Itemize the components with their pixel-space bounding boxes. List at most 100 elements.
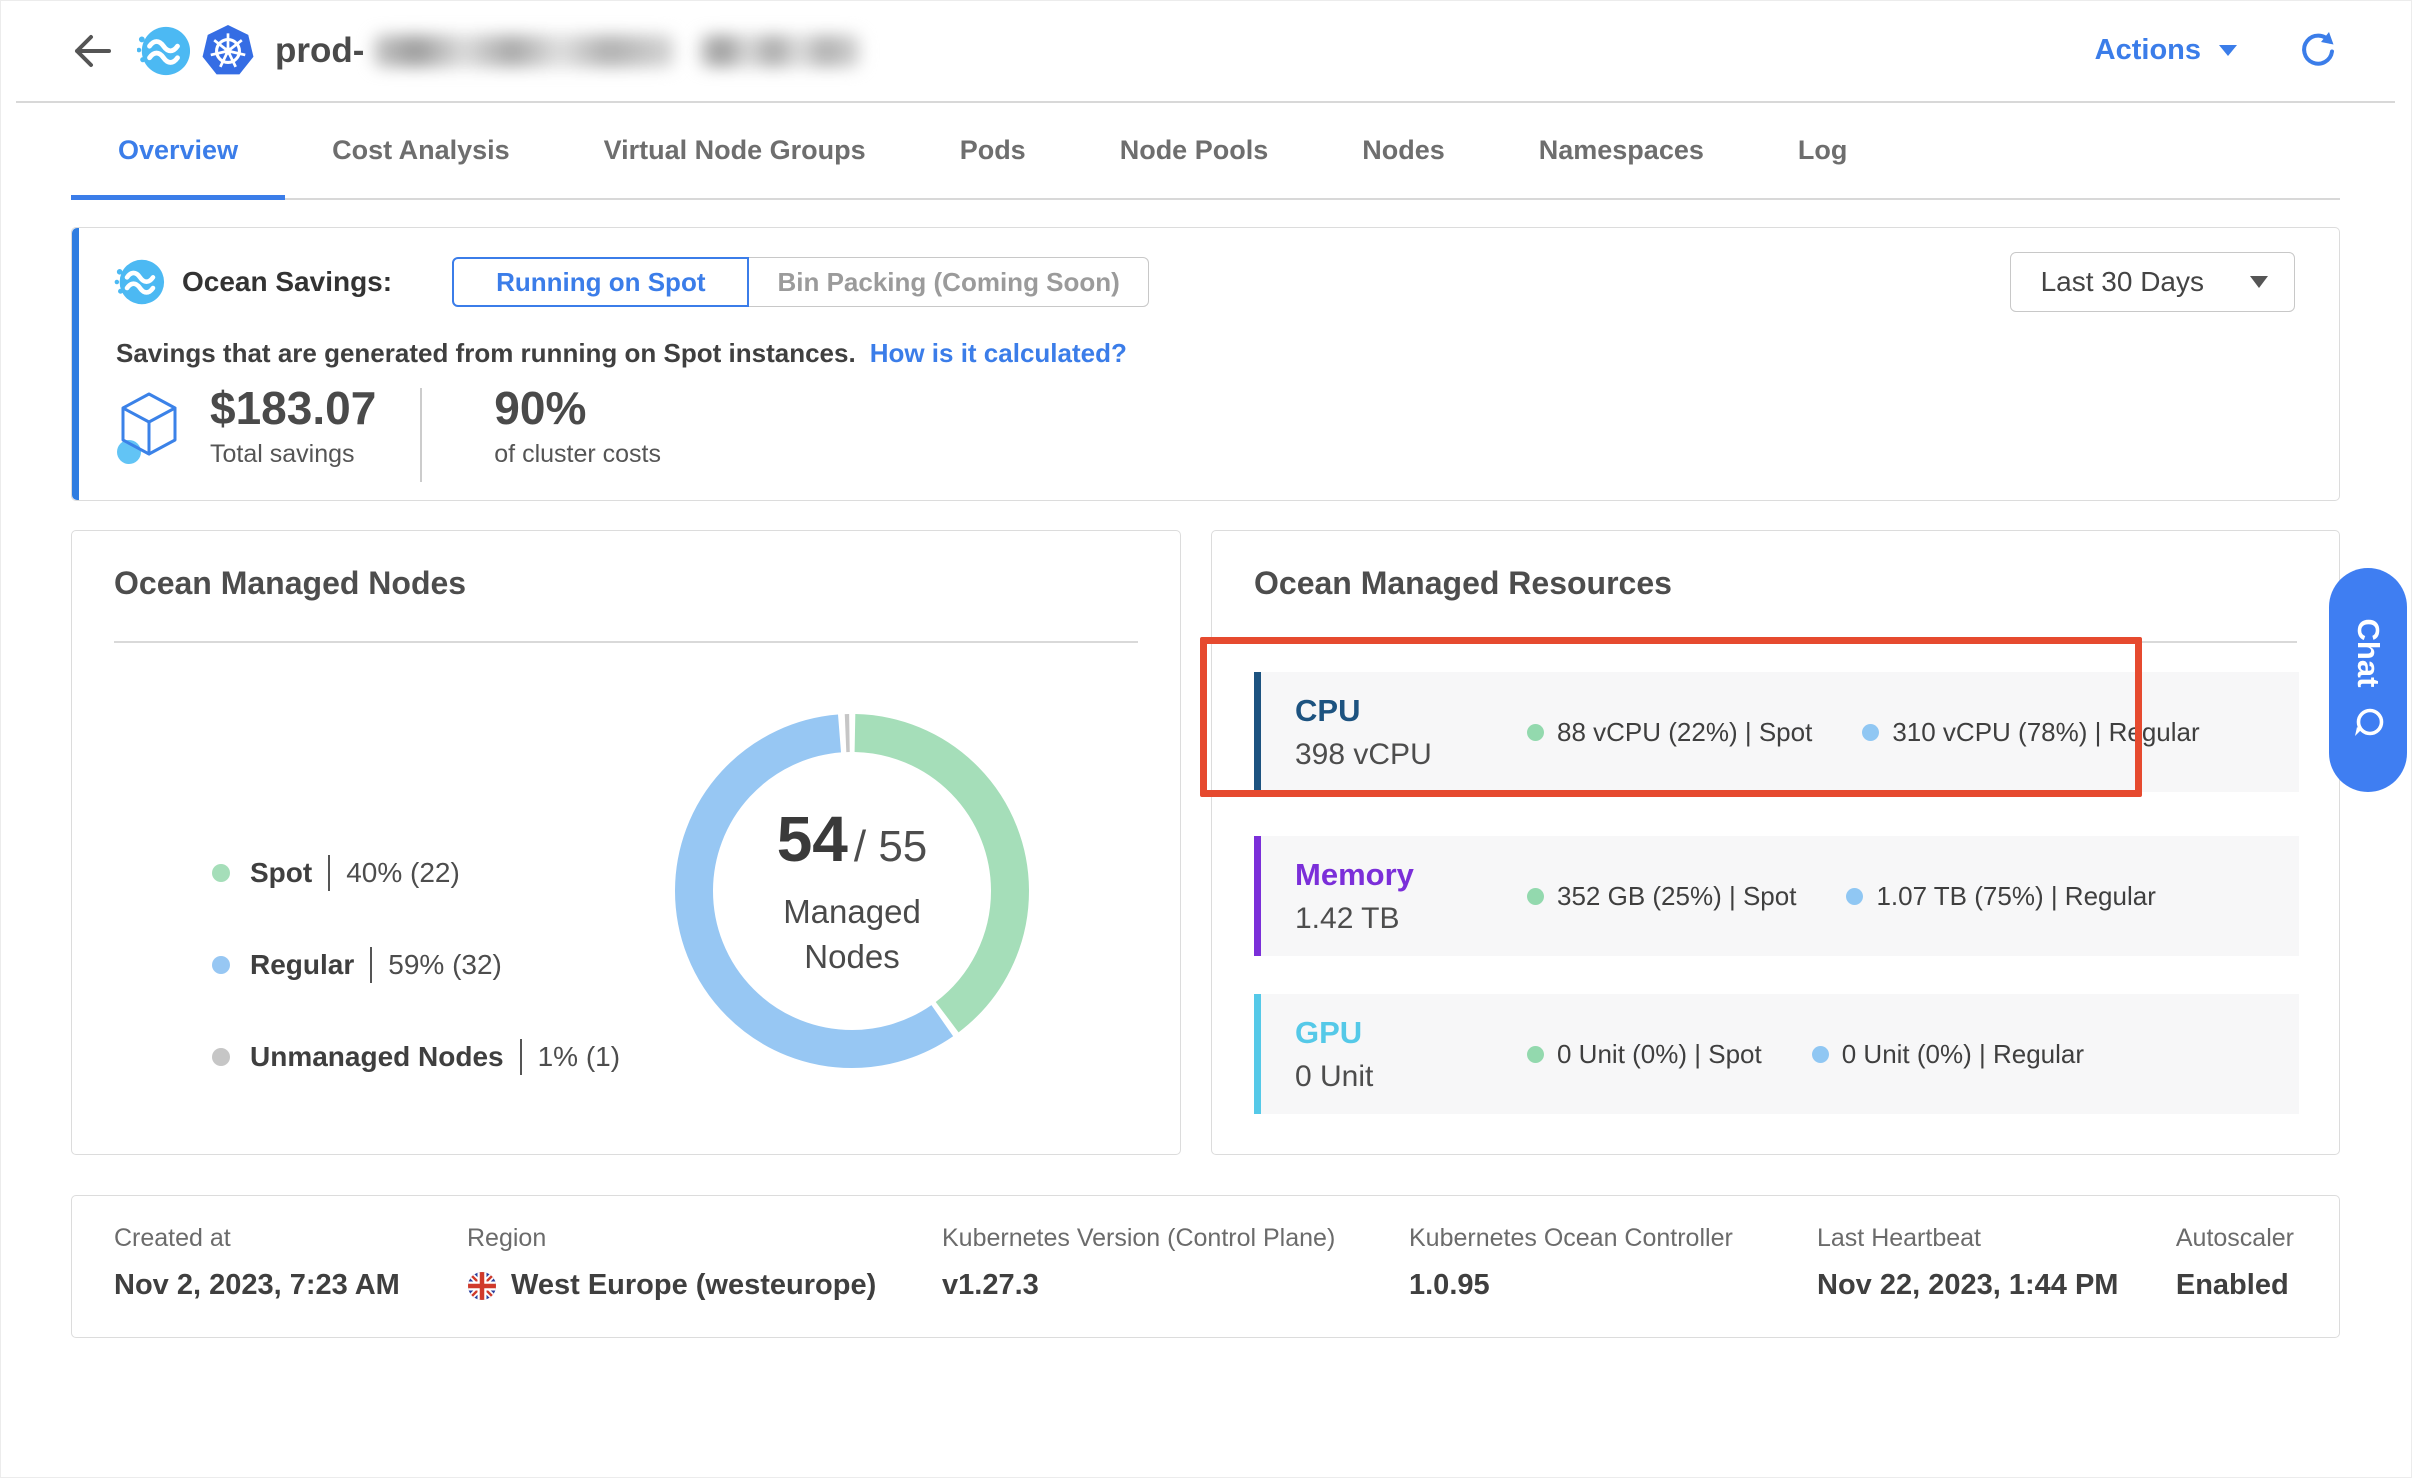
spot-dot — [1527, 724, 1544, 741]
gpu-regular-stat: 0 Unit (0%) | Regular — [1812, 1039, 2084, 1070]
resources-card-title: Ocean Managed Resources — [1254, 565, 1672, 602]
total-savings-label: Total savings — [210, 440, 376, 469]
legend-separator — [328, 855, 330, 891]
redacted-text-blob — [700, 35, 860, 67]
info-autoscaler: Autoscaler Enabled — [2176, 1224, 2294, 1302]
divider — [114, 641, 1138, 643]
cost-percent-value: 90% — [494, 384, 661, 432]
actions-label: Actions — [2095, 34, 2201, 67]
info-created-at: Created at Nov 2, 2023, 7:23 AM — [114, 1224, 400, 1302]
info-last-heartbeat: Last Heartbeat Nov 22, 2023, 1:44 PM — [1817, 1224, 2118, 1302]
how-is-it-calculated-link[interactable]: How is it calculated? — [870, 338, 1127, 368]
regular-dot — [212, 956, 230, 974]
tab-virtual-node-groups[interactable]: Virtual Node Groups — [557, 103, 913, 198]
legend-item-spot: Spot 40% (22) — [212, 853, 620, 893]
autoscaler-status: Enabled — [2176, 1269, 2294, 1302]
info-ocean-controller: Kubernetes Ocean Controller 1.0.95 — [1409, 1224, 1733, 1302]
bin-packing-toggle[interactable]: Bin Packing (Coming Soon) — [749, 257, 1148, 307]
tab-cost-analysis[interactable]: Cost Analysis — [285, 103, 557, 198]
ocean-cluster-overview-page: prod- Actions Overview Cost Analysis Vir… — [0, 0, 2412, 1478]
back-arrow-icon — [73, 33, 113, 69]
spot-dot — [1527, 1046, 1544, 1063]
divider — [1254, 641, 2297, 643]
actions-menu-button[interactable]: Actions — [2095, 34, 2237, 67]
ocean-savings-label: Ocean Savings: — [182, 266, 392, 298]
legend-separator — [370, 947, 372, 983]
memory-total: 1.42 TB — [1295, 902, 1527, 936]
period-select[interactable]: Last 30 Days — [2010, 252, 2295, 312]
memory-label: Memory — [1295, 857, 1527, 893]
gpu-spot-stat: 0 Unit (0%) | Spot — [1527, 1039, 1762, 1070]
nodes-card-title: Ocean Managed Nodes — [114, 565, 466, 602]
tab-namespaces[interactable]: Namespaces — [1492, 103, 1751, 198]
refresh-icon — [2299, 32, 2337, 70]
cpu-accent-bar — [1254, 672, 1261, 792]
chevron-down-icon — [2250, 276, 2268, 288]
cpu-spot-stat: 88 vCPU (22%) | Spot — [1527, 717, 1812, 748]
chat-bubble-icon — [2350, 705, 2386, 741]
refresh-button[interactable] — [2299, 32, 2337, 70]
period-value: Last 30 Days — [2041, 266, 2204, 298]
cluster-cost-metric: 90% of cluster costs — [494, 384, 661, 469]
redacted-text-blob — [374, 35, 674, 67]
ocean-logo-icon — [137, 24, 191, 78]
tab-pods[interactable]: Pods — [913, 103, 1073, 198]
managed-nodes-caption: Managed Nodes — [783, 890, 921, 979]
tab-nodes[interactable]: Nodes — [1315, 103, 1492, 198]
chat-label: Chat — [2350, 619, 2386, 688]
regular-dot — [1812, 1046, 1829, 1063]
savings-description: Savings that are generated from running … — [116, 338, 1127, 369]
cost-percent-label: of cluster costs — [494, 440, 661, 469]
tab-log[interactable]: Log — [1751, 103, 1894, 198]
memory-spot-stat: 352 GB (25%) | Spot — [1527, 881, 1796, 912]
cluster-name-redacted — [374, 35, 860, 67]
regular-dot — [1862, 724, 1879, 741]
unmanaged-dot — [212, 1048, 230, 1066]
memory-accent-bar — [1254, 836, 1261, 956]
legend-item-unmanaged: Unmanaged Nodes 1% (1) — [212, 1037, 620, 1077]
regular-dot — [1846, 888, 1863, 905]
gpu-accent-bar — [1254, 994, 1261, 1114]
savings-cube-icon — [116, 388, 182, 468]
savings-mode-toggle: Running on Spot Bin Packing (Coming Soon… — [452, 257, 1149, 307]
cpu-regular-stat: 310 vCPU (78%) | Regular — [1862, 717, 2199, 748]
gpu-total: 0 Unit — [1295, 1060, 1527, 1094]
metric-divider — [420, 388, 422, 482]
page-title: prod- — [275, 31, 860, 71]
ocean-managed-nodes-card: Ocean Managed Nodes Spot 40% (22) Regula… — [71, 530, 1181, 1155]
ocean-managed-resources-card: Ocean Managed Resources CPU 398 vCPU 88 … — [1211, 530, 2340, 1155]
chat-button[interactable]: Chat — [2329, 568, 2407, 792]
uk-flag-icon — [467, 1271, 497, 1301]
spot-dot — [212, 864, 230, 882]
donut-center-label: 54 / 55 Managed Nodes — [672, 711, 1032, 1071]
gpu-label: GPU — [1295, 1015, 1527, 1051]
cpu-label: CPU — [1295, 693, 1527, 729]
resource-row-gpu: GPU 0 Unit 0 Unit (0%) | Spot 0 Unit (0%… — [1254, 994, 2299, 1114]
header: prod- Actions — [16, 0, 2395, 103]
legend-separator — [520, 1039, 522, 1075]
nodes-legend: Spot 40% (22) Regular 59% (32) Unmanaged… — [212, 853, 620, 1129]
resource-row-memory: Memory 1.42 TB 352 GB (25%) | Spot 1.07 … — [1254, 836, 2299, 956]
total-savings-metric: $183.07 Total savings — [210, 384, 376, 469]
total-savings-value: $183.07 — [210, 384, 376, 432]
cluster-info-bar: Created at Nov 2, 2023, 7:23 AM Region W… — [71, 1195, 2340, 1338]
legend-item-regular: Regular 59% (32) — [212, 945, 620, 985]
kubernetes-logo-icon — [201, 24, 255, 78]
memory-regular-stat: 1.07 TB (75%) | Regular — [1846, 881, 2155, 912]
chevron-down-icon — [2219, 45, 2237, 56]
ocean-wave-icon — [114, 257, 166, 307]
running-on-spot-toggle[interactable]: Running on Spot — [452, 257, 749, 307]
cluster-name-prefix: prod- — [275, 31, 364, 71]
ocean-savings-card: Ocean Savings: Running on Spot Bin Packi… — [71, 227, 2340, 501]
tab-bar: Overview Cost Analysis Virtual Node Grou… — [71, 103, 2340, 200]
info-region: Region West Europe (westeurope) — [467, 1224, 876, 1302]
resource-row-cpu: CPU 398 vCPU 88 vCPU (22%) | Spot 310 vC… — [1254, 672, 2299, 792]
info-kubernetes-version: Kubernetes Version (Control Plane) v1.27… — [942, 1224, 1335, 1302]
cpu-total: 398 vCPU — [1295, 738, 1527, 772]
managed-nodes-count: 54 — [777, 802, 848, 876]
managed-nodes-total: / 55 — [854, 822, 927, 872]
tab-overview[interactable]: Overview — [71, 103, 285, 198]
tab-node-pools[interactable]: Node Pools — [1073, 103, 1316, 198]
back-button[interactable] — [71, 29, 115, 73]
spot-dot — [1527, 888, 1544, 905]
